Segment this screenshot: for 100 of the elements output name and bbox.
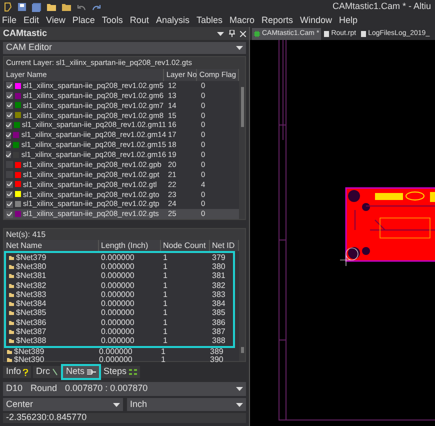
net-length: 0.000000 <box>100 262 136 271</box>
crosshair-icon <box>340 248 358 266</box>
checkbox[interactable] <box>6 200 13 208</box>
checkbox[interactable] <box>6 190 13 198</box>
checkbox[interactable] <box>6 210 13 218</box>
net-name[interactable]: $Net381 <box>16 272 46 280</box>
redo-icon[interactable] <box>92 4 101 10</box>
node-count: 1 <box>162 272 168 280</box>
net-name[interactable]: $Net379 <box>16 254 46 262</box>
units-dropdown[interactable]: Inch <box>127 398 246 411</box>
net-id: 385 <box>211 309 226 318</box>
net-length: 0.000000 <box>100 290 136 299</box>
save-all-icon[interactable] <box>32 2 41 12</box>
net-length: 0.000000 <box>100 318 136 327</box>
net-name[interactable]: $Net387 <box>16 328 46 336</box>
net-length: 0.000000 <box>100 272 136 280</box>
checkbox[interactable] <box>6 132 12 139</box>
net-length: 0.000000 <box>98 356 134 364</box>
net-name[interactable]: $Net385 <box>16 309 46 318</box>
checkbox[interactable] <box>6 82 13 90</box>
panel-title: CAMtastic <box>3 26 48 40</box>
net-count: Net(s): 415 <box>6 228 46 240</box>
net-id: 381 <box>211 272 226 280</box>
checkbox[interactable] <box>6 102 13 109</box>
menu-item[interactable]: Macro <box>229 16 254 25</box>
menu-item[interactable]: Analysis <box>156 16 190 25</box>
net-name[interactable]: $Net386 <box>16 318 46 327</box>
net-id: 384 <box>211 300 226 308</box>
net-name[interactable]: $Net389 <box>14 348 44 356</box>
checkmark-icon <box>7 192 12 196</box>
menu-item[interactable]: Help <box>339 16 358 25</box>
close-icon[interactable] <box>240 30 246 36</box>
checkmark-icon <box>7 202 12 206</box>
menu-item[interactable]: Tables <box>196 16 222 25</box>
caret-icon <box>236 46 243 50</box>
menu-item[interactable]: Reports <box>261 16 293 25</box>
net-name[interactable]: $Net380 <box>16 262 46 271</box>
undo-icon[interactable] <box>77 4 86 10</box>
node-count: 1 <box>162 337 168 346</box>
caret-icon <box>113 402 120 406</box>
column-header[interactable]: Node Count <box>161 240 210 251</box>
caret-icon <box>236 402 243 406</box>
menu-item[interactable]: Tools <box>102 16 123 25</box>
net-icon <box>86 368 96 376</box>
panel-tab[interactable]: Steps <box>100 366 140 378</box>
panel-tab[interactable]: Info <box>3 366 32 378</box>
checkbox[interactable] <box>6 151 12 158</box>
net-id: 386 <box>211 318 226 327</box>
net-name[interactable]: $Net383 <box>16 290 46 299</box>
menu-item[interactable]: Edit <box>24 16 40 25</box>
menu-item[interactable]: View <box>46 16 66 25</box>
panel-tab[interactable]: Nets <box>63 366 99 378</box>
window-title: CAMtastic1.Cam * - Altiu <box>332 0 431 14</box>
aperture-shape-label: Round <box>30 382 58 396</box>
menu-item[interactable]: Rout <box>130 16 149 25</box>
document-icon <box>324 31 330 37</box>
net-length: 0.000000 <box>100 254 136 262</box>
net-name[interactable]: $Net390 <box>14 356 44 364</box>
menu-item[interactable]: Place <box>72 16 95 25</box>
node-count: 1 <box>162 309 168 318</box>
net-length: 0.000000 <box>98 348 134 356</box>
check-icon <box>52 368 58 376</box>
panel-tab[interactable]: Drc <box>33 366 62 378</box>
node-count: 1 <box>162 254 168 262</box>
net-name[interactable]: $Net384 <box>16 300 46 308</box>
node-count: 1 <box>162 282 168 290</box>
menu-item[interactable]: Window <box>300 16 332 25</box>
checkbox[interactable] <box>6 141 12 148</box>
net-name[interactable]: $Net382 <box>16 282 46 290</box>
net-length: 0.000000 <box>100 282 136 290</box>
net-name[interactable]: $Net388 <box>16 337 46 346</box>
origin-dropdown[interactable]: Center <box>3 398 123 411</box>
save-icon[interactable] <box>18 3 26 11</box>
node-count: 1 <box>162 262 168 271</box>
mode-dropdown[interactable]: CAM Editor <box>3 42 246 54</box>
coordinates: -2.356230:0.845770 <box>6 411 87 424</box>
net-length: 0.000000 <box>100 309 136 318</box>
column-header[interactable]: Length (Inch) <box>99 240 161 251</box>
document-icon <box>361 31 366 37</box>
checkmark-icon <box>7 212 12 216</box>
checkmark-icon <box>7 182 12 186</box>
app-logo-icon <box>4 2 12 12</box>
net-id: 387 <box>211 328 226 336</box>
net-length: 0.000000 <box>100 300 136 308</box>
checkbox[interactable] <box>6 180 13 188</box>
net-id: 380 <box>211 262 226 271</box>
pin-icon[interactable] <box>229 30 235 37</box>
aperture-code: D10 <box>6 382 23 396</box>
menu-item[interactable]: File <box>2 16 17 25</box>
question-icon <box>23 368 28 376</box>
checkbox[interactable] <box>6 92 13 100</box>
net-id: 390 <box>209 356 224 364</box>
checkbox[interactable] <box>6 122 12 129</box>
checkmark-icon <box>7 113 12 118</box>
column-header[interactable]: Net Name <box>4 240 99 251</box>
caret-icon <box>236 387 243 391</box>
node-count: 1 <box>162 300 168 308</box>
node-count: 1 <box>162 328 168 336</box>
net-length: 0.000000 <box>100 337 136 346</box>
checkbox[interactable] <box>6 112 13 119</box>
